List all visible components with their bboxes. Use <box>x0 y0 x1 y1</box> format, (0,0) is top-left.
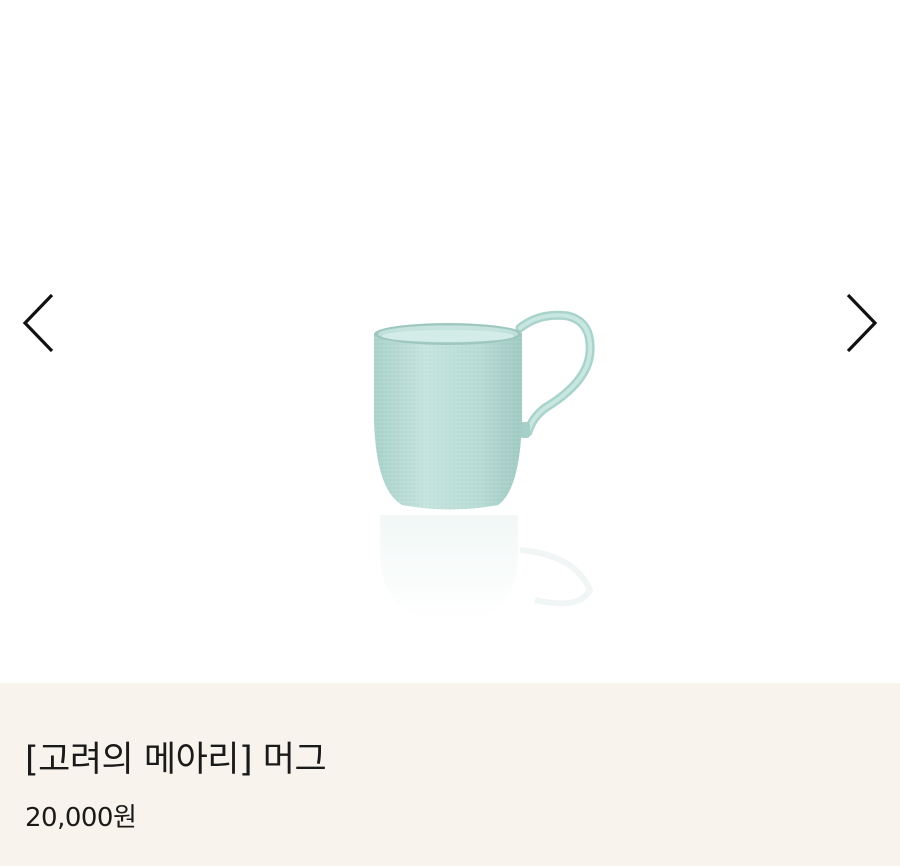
celadon-mug-image <box>374 310 595 622</box>
next-image-button[interactable] <box>842 290 882 360</box>
product-image <box>340 300 620 630</box>
product-title: [고려의 메아리] 머그 <box>25 740 327 780</box>
product-price: 20,000원 <box>25 803 137 833</box>
product-image-gallery <box>0 0 900 683</box>
product-info-panel: [고려의 메아리] 머그 20,000원 <box>0 683 900 866</box>
previous-image-button[interactable] <box>18 290 58 360</box>
product-detail-page: [고려의 메아리] 머그 20,000원 <box>0 0 900 866</box>
chevron-left-icon <box>22 293 54 353</box>
chevron-right-icon <box>846 293 878 353</box>
